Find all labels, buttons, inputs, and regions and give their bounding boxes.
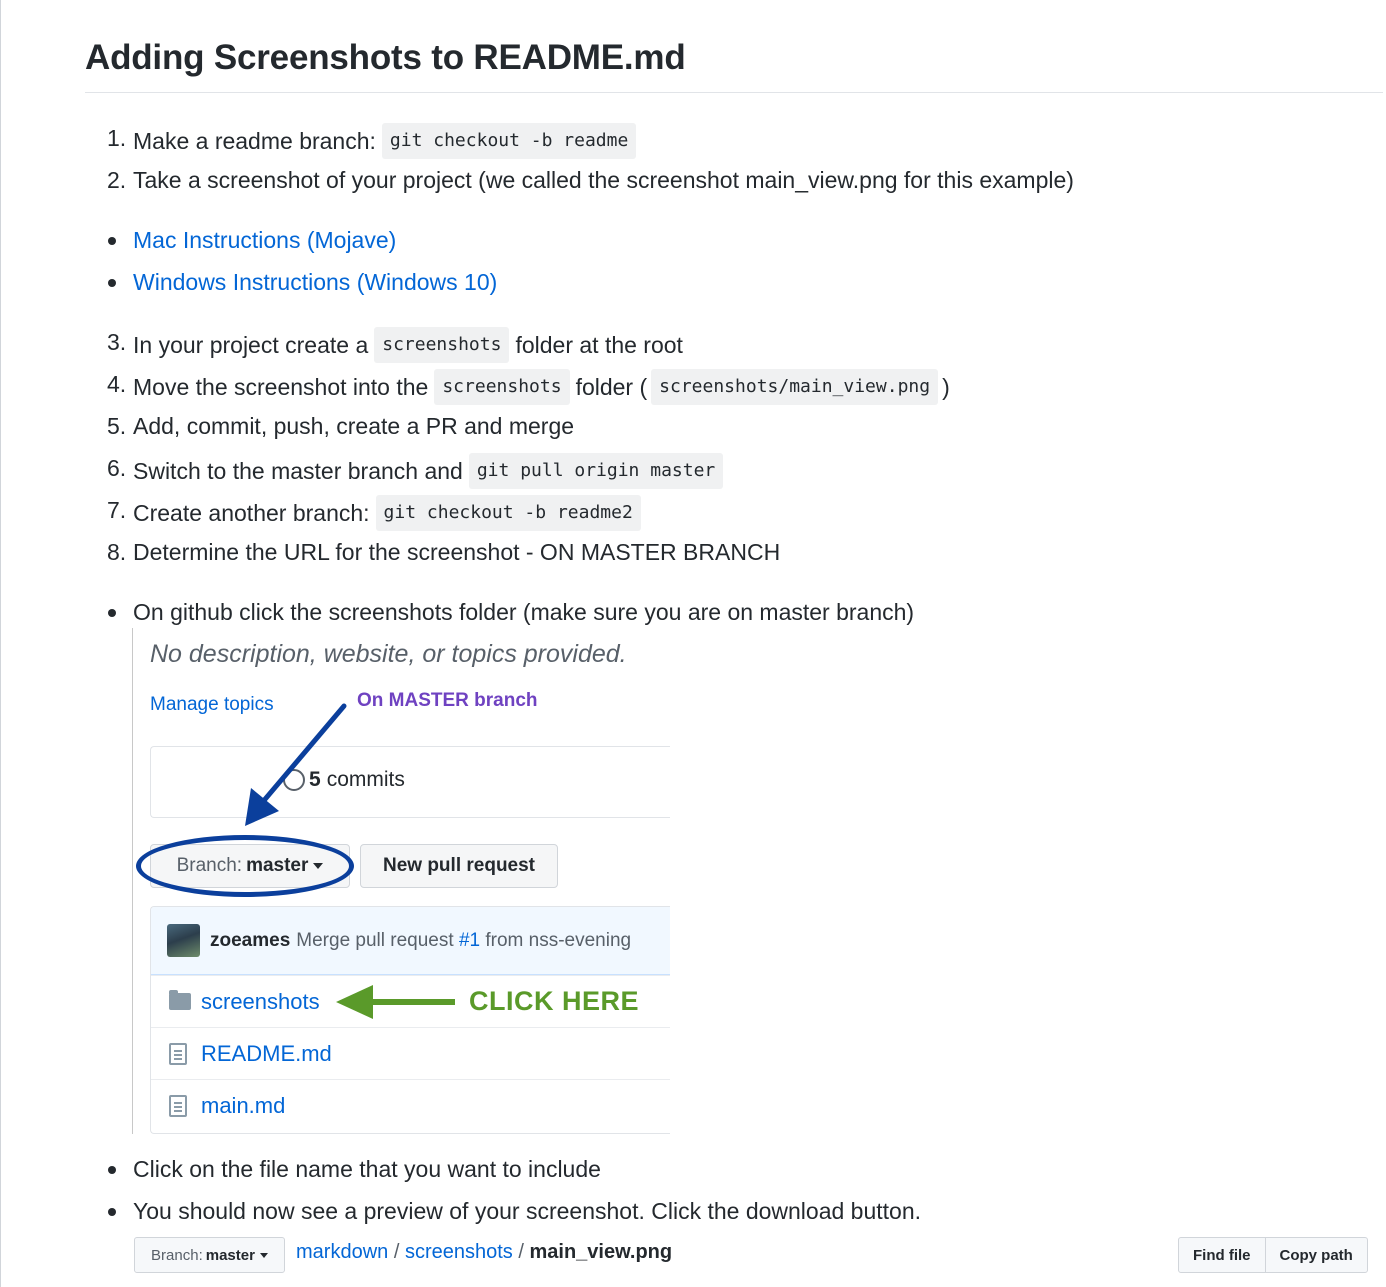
step-number: 4. <box>107 371 127 397</box>
step-number: 2. <box>107 167 127 193</box>
breadcrumb-screenshots: screenshots <box>404 1241 513 1263</box>
branch-value: master <box>205 1246 255 1264</box>
breadcrumb-separator: / <box>518 1241 530 1263</box>
code-snippet: screenshots <box>374 327 510 363</box>
bullet-icon <box>108 1208 116 1216</box>
bullet-icon <box>108 279 116 287</box>
embedded-screenshot: No description, website, or topics provi… <box>133 628 670 1134</box>
step-text: Move the screenshot into the <box>133 374 429 400</box>
chevron-down-icon <box>259 1252 268 1258</box>
bullet-text: You should now see a preview of your scr… <box>133 1198 922 1224</box>
file-bar-branch-select: Branch: master <box>134 1237 285 1273</box>
step-number: 3. <box>107 329 127 355</box>
breadcrumb-markdown: markdown <box>296 1241 389 1263</box>
step-text: ) <box>942 374 950 400</box>
step-number: 1. <box>107 125 127 151</box>
step-number: 8. <box>107 539 127 565</box>
file-actions: Find file Copy path <box>1178 1237 1368 1273</box>
breadcrumb: markdown / screenshots / main_view.png <box>296 1241 672 1264</box>
step-number: 7. <box>107 497 127 523</box>
copy-path-button: Copy path <box>1264 1238 1367 1272</box>
annotation-arrows <box>245 703 455 1019</box>
blue-arrow-icon <box>245 703 347 826</box>
bullet-icon <box>108 237 116 245</box>
step-text: In your project create a <box>133 332 369 358</box>
step-number: 5. <box>107 413 127 439</box>
green-arrow-icon <box>336 985 455 1019</box>
code-snippet: git checkout -b readme <box>381 123 637 159</box>
step-text: Make a readme branch: <box>133 128 376 154</box>
code-snippet: screenshots/main_view.png <box>651 369 939 405</box>
mac-instructions-link[interactable]: Mac Instructions (Mojave) <box>133 225 396 255</box>
page-heading: Adding Screenshots to README.md <box>85 38 686 77</box>
bullet-icon <box>108 609 116 617</box>
windows-instructions-link[interactable]: Windows Instructions (Windows 10) <box>133 267 497 297</box>
step-number: 6. <box>107 455 127 481</box>
step-text: Add, commit, push, create a PR and merge <box>133 413 575 439</box>
step-text: folder at the root <box>515 332 683 358</box>
code-snippet: git checkout -b readme2 <box>375 495 641 531</box>
step-text: folder ( <box>575 374 648 400</box>
step-text: Determine the URL for the screenshot - O… <box>133 539 781 565</box>
step-text: Switch to the master branch and <box>133 458 463 484</box>
find-file-button: Find file <box>1193 1246 1251 1264</box>
bullet-icon <box>108 1166 116 1174</box>
code-snippet: git pull origin master <box>468 453 724 489</box>
left-border <box>0 0 1 1287</box>
heading-divider <box>85 92 1383 93</box>
step-text: Create another branch: <box>133 500 370 526</box>
bullet-text: Click on the file name that you want to … <box>133 1156 601 1182</box>
breadcrumb-separator: / <box>393 1241 405 1263</box>
breadcrumb-current-file: main_view.png <box>529 1241 673 1263</box>
step-text: Take a screenshot of your project (we ca… <box>133 167 1074 193</box>
code-snippet: screenshots <box>434 369 570 405</box>
bullet-text: On github click the screenshots folder (… <box>133 599 915 625</box>
branch-label: Branch: <box>151 1246 203 1264</box>
